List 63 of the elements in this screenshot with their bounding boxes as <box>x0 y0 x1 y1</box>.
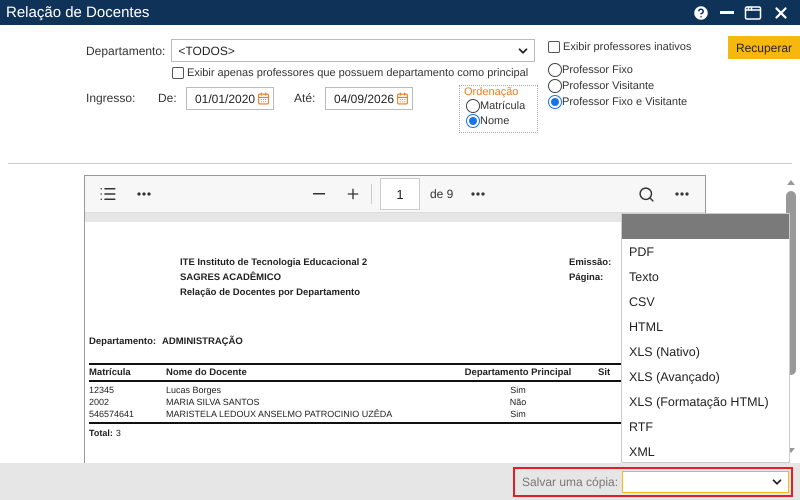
menu-item[interactable]: PDF <box>622 239 789 264</box>
help-button[interactable] <box>692 4 710 22</box>
menu-item[interactable]: XLS (Avançado) <box>622 364 789 389</box>
report-meta-label: Página: <box>569 272 604 283</box>
table-cell-text: MARIA SILVA SANTOS <box>166 397 261 407</box>
column-header: Departamento Principal <box>464 367 572 378</box>
report-heading: ITE Instituto de Tecnologia Educacional 2 <box>180 257 368 268</box>
menu-item[interactable]: XLS (Nativo) <box>622 339 789 364</box>
menu-item[interactable]: XML <box>622 439 789 464</box>
field-label: De: <box>158 91 178 105</box>
table-cell-text: 2002 <box>89 397 110 407</box>
minimize-icon <box>720 11 734 14</box>
column-header: Nome do Docente <box>166 367 248 378</box>
date-field[interactable]: 04/09/2026 <box>325 87 413 110</box>
field-label: Ingresso: <box>86 91 136 105</box>
table-cell-text: Sim <box>509 385 527 395</box>
menu-item[interactable]: XLS (Formatação HTML) <box>622 389 789 414</box>
ellipsis-icon <box>137 192 151 196</box>
group-title: Ordenação <box>464 86 520 98</box>
professor-type-radio[interactable]: Professor Fixo <box>548 63 708 77</box>
table-cell-text: Sim <box>509 409 527 419</box>
field-label: Salvar uma cópia: <box>522 474 618 488</box>
report-heading: Relação de Docentes por Departamento <box>180 287 362 298</box>
ordering-radio[interactable]: Nome <box>466 114 531 128</box>
column-header: Matrícula <box>89 367 132 378</box>
calendar-icon[interactable] <box>396 92 409 105</box>
ellipsis-icon <box>471 192 486 196</box>
ordering-radio[interactable]: Matrícula <box>466 99 531 113</box>
table-cell-text: Lucas Borges <box>166 385 222 395</box>
search-button[interactable] <box>638 186 656 202</box>
more-button[interactable] <box>675 192 690 196</box>
menu-item[interactable]: Texto <box>622 264 789 289</box>
menu-item[interactable]: RTF <box>622 414 789 439</box>
date-field[interactable]: 01/01/2020 <box>186 87 274 110</box>
ellipsis-icon <box>675 192 690 196</box>
professor-type-radio[interactable]: Professor Visitante <box>548 79 708 93</box>
retrieve-button[interactable]: Recuperar <box>728 36 800 59</box>
list-button[interactable] <box>99 185 117 203</box>
department-select[interactable]: <TODOS> <box>171 39 536 62</box>
report-meta-label: Emissão: <box>569 257 612 268</box>
page-number-field[interactable]: 1 <box>380 178 420 210</box>
professor-type-radio[interactable]: Professor Fixo e Visitante <box>548 95 708 109</box>
field-label: Departamento: <box>86 44 166 58</box>
total-text: Total: 3 <box>89 428 122 438</box>
more-button[interactable] <box>471 192 486 196</box>
maximize-button[interactable] <box>744 4 762 22</box>
calendar-icon[interactable] <box>257 92 270 105</box>
table-cell-text: Não <box>508 397 528 407</box>
table-cell-text: 12345 <box>89 385 116 395</box>
report-heading: SAGRES ACADÊMICO <box>180 272 282 283</box>
more-button[interactable] <box>137 192 151 196</box>
table-cell-text: 546574641 <box>89 409 136 419</box>
department-name: ADMINISTRAÇÃO <box>162 336 243 347</box>
minus-icon <box>313 193 325 195</box>
principal-only-checkbox[interactable]: Exibir apenas professores que possuem departamento como principal <box>172 67 528 79</box>
field-label: Até: <box>294 91 316 105</box>
menu-item[interactable]: CSV <box>622 289 789 314</box>
department-label: Departamento: <box>89 336 156 347</box>
menu-item[interactable]: HTML <box>622 314 789 339</box>
page-count: de 9 <box>430 187 454 201</box>
table-cell-text: MARISTELA LEDOUX ANSELMO PATROCINIO UZÊDA <box>166 409 394 419</box>
zoom-in-button[interactable] <box>345 186 361 202</box>
window-title: Relação de Docentes <box>6 4 150 21</box>
